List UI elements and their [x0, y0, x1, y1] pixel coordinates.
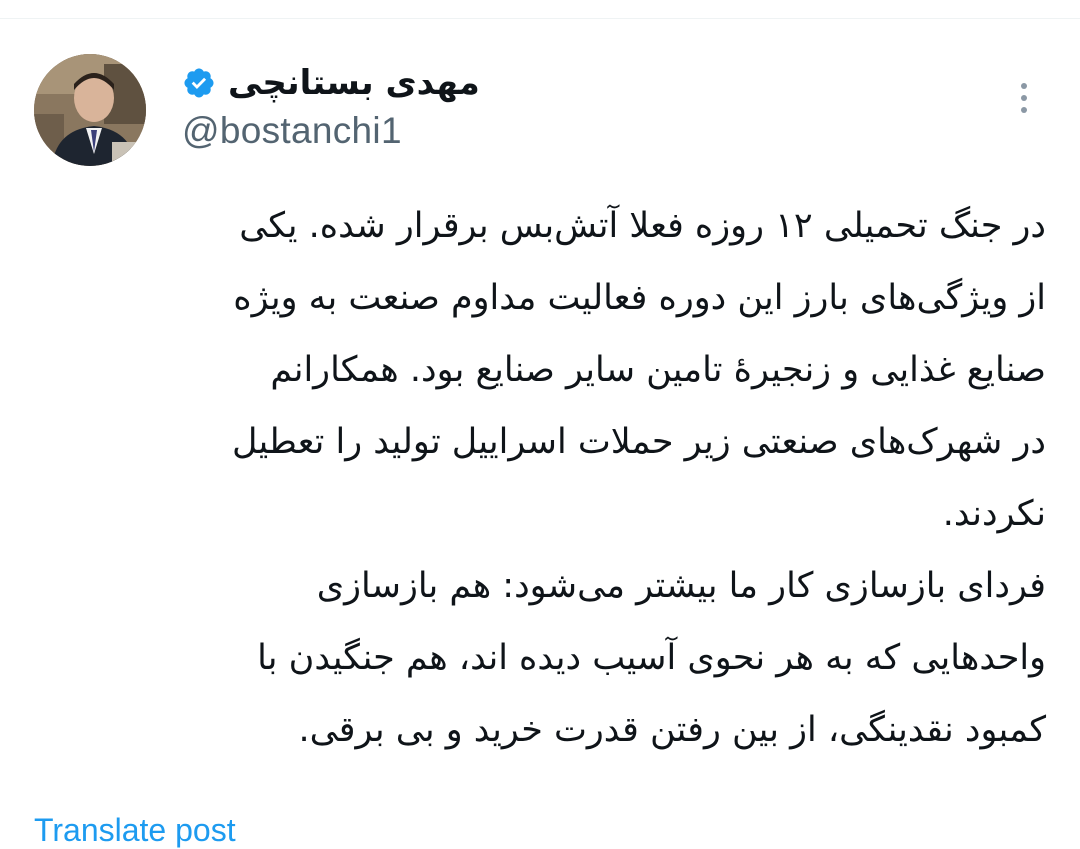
- tweet-text: در جنگ تحمیلی ۱۲ روزه فعلا آتش‌بس برقرار…: [34, 190, 1046, 766]
- tweet-line: نکردند.: [942, 494, 1046, 534]
- tweet-line: صنایع غذایی و زنجیرهٔ تامین سایر صنایع ب…: [270, 350, 1046, 390]
- profile-photo-icon: [34, 54, 146, 166]
- top-divider: [0, 0, 1080, 19]
- tweet-line: در شهرک‌های صنعتی زیر حملات اسراییل تولی…: [231, 422, 1046, 462]
- avatar[interactable]: [34, 54, 146, 166]
- tweet-line: در جنگ تحمیلی ۱۲ روزه فعلا آتش‌بس برقرار…: [239, 206, 1046, 246]
- tweet-header: مهدی بستانچی @bostanchi1: [0, 48, 1080, 168]
- tweet-line: از ویژگی‌های بارز این دوره فعالیت مداوم …: [233, 278, 1046, 318]
- more-vertical-icon: [1021, 83, 1027, 89]
- tweet-line: کمبود نقدینگی، از بین رفتن قدرت خرید و ب…: [298, 710, 1047, 750]
- translate-post-link[interactable]: Translate post: [34, 812, 236, 849]
- more-vertical-icon-dot-2: [1021, 95, 1027, 101]
- tweet-line: واحدهایی که به هر نحوی آسیب دیده اند، هم…: [257, 638, 1046, 678]
- more-vertical-icon-dot-3: [1021, 107, 1027, 113]
- more-options-button[interactable]: [1004, 76, 1044, 120]
- author-handle[interactable]: @bostanchi1: [182, 110, 402, 152]
- author-name-row: مهدی بستانچی: [182, 58, 480, 108]
- tweet-line: فردای بازسازی کار ما بیشتر می‌شود: هم با…: [316, 566, 1046, 606]
- author-display-name[interactable]: مهدی بستانچی: [228, 63, 480, 103]
- verified-badge-icon: [182, 66, 216, 100]
